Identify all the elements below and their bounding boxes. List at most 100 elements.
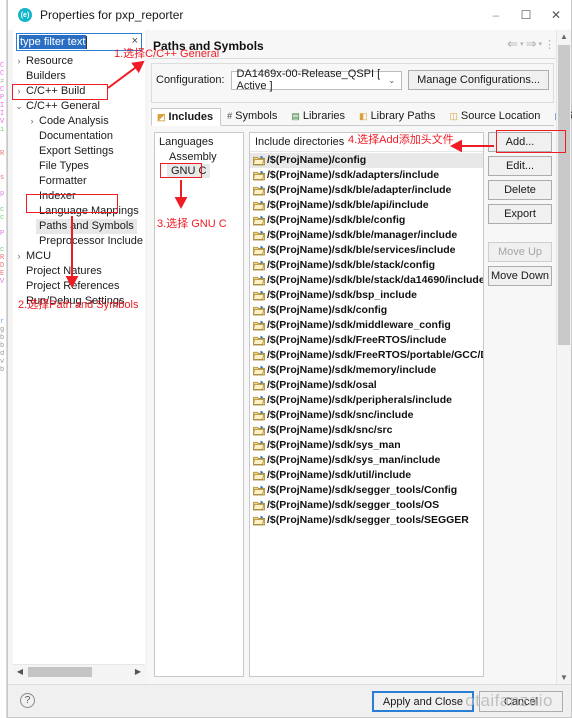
include-directory-row[interactable]: /$(ProjName)/sdk/util/include (250, 468, 483, 483)
tree-item-file-types[interactable]: File Types (13, 159, 145, 174)
chevron-right-icon[interactable]: › (26, 114, 38, 129)
include-directory-row[interactable]: /$(ProjName)/sdk/FreeRTOS/portable/GCC/D… (250, 348, 483, 363)
include-directory-row[interactable]: /$(ProjName)/sdk/sys_man (250, 438, 483, 453)
include-directory-row[interactable]: /$(ProjName)/sdk/snc/include (250, 408, 483, 423)
filter-input[interactable]: type filter text (19, 35, 87, 49)
include-directory-row[interactable]: /$(ProjName)/sdk/sys_man/include (250, 453, 483, 468)
include-directory-row[interactable]: /$(ProjName)/sdk/FreeRTOS/include (250, 333, 483, 348)
folder-icon (253, 350, 265, 361)
forward-arrow-icon[interactable]: ⇒ (526, 36, 537, 52)
include-directory-row[interactable]: /$(ProjName)/sdk/segger_tools/Config (250, 483, 483, 498)
include-directory-row[interactable]: /$(ProjName)/sdk/config (250, 303, 483, 318)
tree-item-formatter[interactable]: Formatter (13, 174, 145, 189)
tree-item-documentation[interactable]: Documentation (13, 129, 145, 144)
include-directory-row[interactable]: /$(ProjName)/sdk/ble/api/include (250, 198, 483, 213)
tree-item-label: C/C++ Build (26, 85, 86, 97)
tree-item-project-references[interactable]: Project References (13, 279, 145, 294)
include-directory-row[interactable]: /$(ProjName)/sdk/snc/src (250, 423, 483, 438)
tab-includes[interactable]: ◩ Includes (151, 108, 222, 126)
tree-item-label: Formatter (39, 175, 87, 187)
tree-item-export-settings[interactable]: Export Settings (13, 144, 145, 159)
tree-item-paths-and-symbols[interactable]: Paths and Symbols (13, 219, 145, 234)
tree-item-indexer[interactable]: Indexer (13, 189, 145, 204)
dialog-titlebar: (e) Properties for pxp_reporter – ☐ ✕ (8, 0, 571, 30)
tree-item-run-debug-settings[interactable]: Run/Debug Settings (13, 294, 145, 309)
include-directory-path: /$(ProjName)/sdk/sys_man/include (267, 454, 441, 466)
edit-button[interactable]: Edit... (488, 156, 552, 176)
include-directory-row[interactable]: /$(ProjName)/sdk/ble/stack/da14690/inclu… (250, 273, 483, 288)
tree-item-builders[interactable]: Builders (13, 69, 145, 84)
move-down-button[interactable]: Move Down (488, 266, 552, 286)
tab-symbols[interactable]: # Symbols (221, 107, 285, 125)
tree-item-project-natures[interactable]: Project Natures (13, 264, 145, 279)
chevron-right-icon[interactable]: › (13, 249, 25, 264)
maximize-button[interactable]: ☐ (511, 0, 541, 30)
include-directories-list[interactable]: Include directories /$(ProjName)/config /… (249, 132, 484, 677)
dialog-vertical-scrollbar[interactable]: ▲ ▼ (556, 30, 571, 685)
language-item-assembly[interactable]: Assembly (155, 150, 243, 164)
chevron-right-icon[interactable]: › (13, 54, 25, 69)
back-arrow-icon[interactable]: ⇐ (507, 36, 518, 52)
back-dropdown-icon[interactable]: ▾ (520, 40, 524, 48)
tree-item-resource[interactable]: › Resource (13, 54, 145, 69)
folder-icon (253, 365, 265, 376)
delete-button[interactable]: Delete (488, 180, 552, 200)
view-menu-icon[interactable]: ⋮ (544, 38, 555, 51)
cancel-button[interactable]: Cancel (479, 691, 563, 712)
scrollbar-thumb[interactable] (28, 666, 92, 677)
tree-item-language-mappings[interactable]: Language Mappings (13, 204, 145, 219)
scrollbar-thumb-vertical[interactable] (558, 45, 570, 345)
scroll-down-icon[interactable]: ▼ (557, 671, 571, 685)
tree-horizontal-scrollbar[interactable]: ◀ ▶ (13, 664, 145, 678)
close-button[interactable]: ✕ (541, 0, 571, 30)
scroll-right-icon[interactable]: ▶ (131, 667, 145, 676)
tab-library-paths[interactable]: ◧ Library Paths (353, 107, 443, 125)
include-directory-path: /$(ProjName)/sdk/sys_man (267, 439, 401, 451)
include-directory-row[interactable]: /$(ProjName)/sdk/ble/manager/include (250, 228, 483, 243)
tree-item-label: Indexer (39, 190, 76, 202)
include-directory-row[interactable]: /$(ProjName)/sdk/ble/config (250, 213, 483, 228)
folder-icon (253, 440, 265, 451)
scroll-left-icon[interactable]: ◀ (13, 667, 27, 676)
help-icon[interactable]: ? (20, 693, 35, 708)
include-directory-row[interactable]: /$(ProjName)/sdk/osal (250, 378, 483, 393)
add-button[interactable]: Add... (488, 132, 552, 152)
tree-item-mcu[interactable]: › MCU (13, 249, 145, 264)
tree-item-preprocessor-include[interactable]: Preprocessor Include (13, 234, 145, 249)
manage-configurations-button[interactable]: Manage Configurations... (408, 70, 549, 90)
settings-tree[interactable]: › Resource Builders › C/C++ Build ⌄ C/C++ Gene… (13, 54, 145, 664)
tab-libraries[interactable]: ▤ Libraries (285, 107, 353, 125)
apply-and-close-button[interactable]: Apply and Close (371, 691, 474, 712)
folder-icon (253, 485, 265, 496)
include-directory-row[interactable]: /$(ProjName)/sdk/bsp_include (250, 288, 483, 303)
language-item-gnu-c[interactable]: GNU C (167, 164, 211, 178)
tree-item-label: Language Mappings (39, 205, 139, 217)
tree-item-code-analysis[interactable]: › Code Analysis (13, 114, 145, 129)
chevron-right-icon[interactable]: › (13, 84, 25, 99)
chevron-down-icon[interactable]: ⌄ (388, 76, 395, 85)
include-directory-row[interactable]: /$(ProjName)/sdk/ble/adapter/include (250, 183, 483, 198)
tab-source-location[interactable]: ◫ Source Location (443, 107, 548, 125)
include-directory-row[interactable]: /$(ProjName)/sdk/ble/stack/config (250, 258, 483, 273)
include-directory-row[interactable]: /$(ProjName)/sdk/ble/services/include (250, 243, 483, 258)
tree-item-c-c-build[interactable]: › C/C++ Build (13, 84, 145, 99)
include-directory-row[interactable]: /$(ProjName)/sdk/segger_tools/SEGGER (250, 513, 483, 528)
minimize-button[interactable]: – (481, 0, 511, 30)
filter-input-wrapper[interactable]: type filter text × (16, 33, 142, 51)
clear-filter-icon[interactable]: × (132, 35, 138, 47)
scroll-up-icon[interactable]: ▲ (557, 30, 571, 44)
tree-item-c-c-general[interactable]: ⌄ C/C++ General (13, 99, 145, 114)
include-directory-row[interactable]: /$(ProjName)/config (250, 153, 483, 168)
include-directory-row[interactable]: /$(ProjName)/sdk/adapters/include (250, 168, 483, 183)
forward-dropdown-icon[interactable]: ▾ (538, 40, 542, 48)
languages-list[interactable]: Languages Assembly GNU C (154, 132, 244, 677)
include-directory-row[interactable]: /$(ProjName)/sdk/memory/include (250, 363, 483, 378)
include-directory-row[interactable]: /$(ProjName)/sdk/middleware_config (250, 318, 483, 333)
settings-tree-pane: type filter text × › Resource Builders › C/C… (13, 30, 145, 678)
chevron-down-icon[interactable]: ⌄ (13, 99, 25, 114)
configuration-label: Configuration: (156, 74, 225, 86)
export-button[interactable]: Export (488, 204, 552, 224)
include-directory-row[interactable]: /$(ProjName)/sdk/peripherals/include (250, 393, 483, 408)
include-directory-row[interactable]: /$(ProjName)/sdk/segger_tools/OS (250, 498, 483, 513)
configuration-combobox[interactable]: DA1469x-00-Release_QSPI [ Active ] ⌄ (230, 68, 403, 92)
